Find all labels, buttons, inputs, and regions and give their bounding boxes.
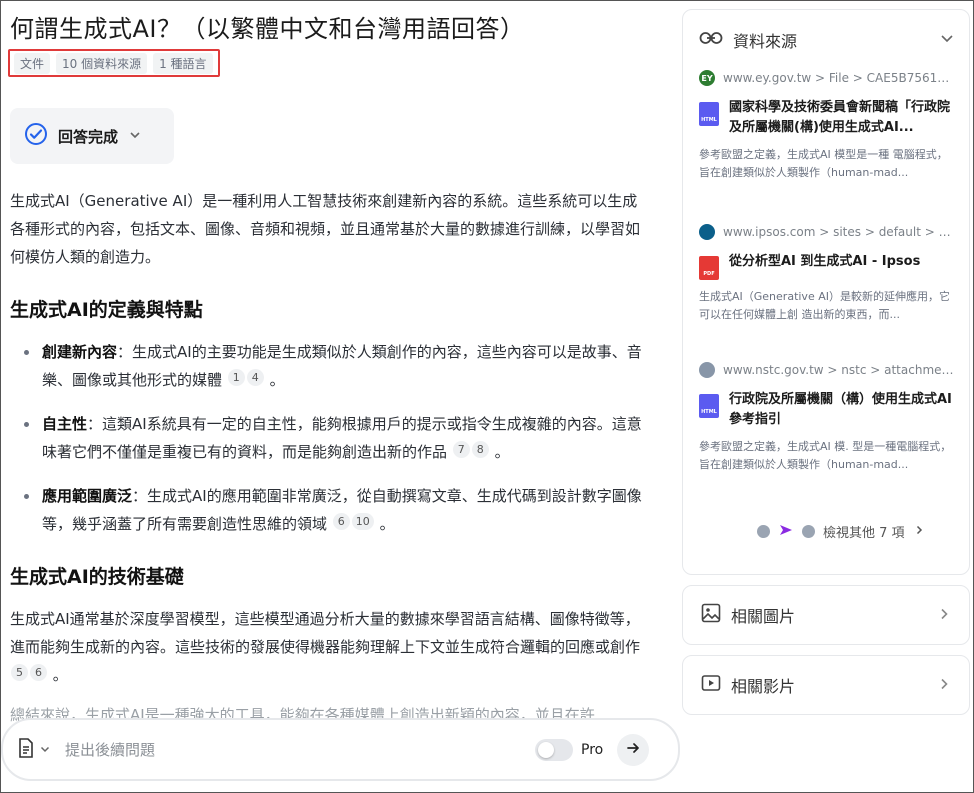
globe-favicon-icon	[699, 362, 715, 378]
source-title[interactable]: 從分析型AI 到生成式AI - Ipsos	[729, 252, 920, 280]
file-type-label: HTML	[701, 409, 717, 415]
globe-favicon-icon	[802, 525, 815, 538]
source-item[interactable]: www.nstc.gov.tw > nstc > attachment... H…	[699, 362, 955, 474]
answer-area: 何謂生成式AI？（以繁體中文和台灣用語回答） 文件 10 個資料來源 1 種語言…	[1, 1, 661, 793]
video-icon	[701, 673, 721, 697]
list-item: 自主性：這類AI系統具有一定的自主性，能夠根據用戶的提示或指令生成複雜的內容。這…	[10, 410, 650, 466]
feature-list: 創建新內容：生成式AI的主要功能是生成類似於人類創作的內容，這些內容可以是故事、…	[10, 338, 650, 554]
source-item[interactable]: EY www.ey.gov.tw > File > CAE5B756153...…	[699, 70, 955, 182]
list-item-end: 。	[379, 515, 395, 533]
related-images-card[interactable]: 相關圖片	[682, 585, 970, 645]
source-title-row: PDF 從分析型AI 到生成式AI - Ipsos	[699, 252, 955, 280]
pro-toggle[interactable]	[535, 738, 573, 761]
follow-up-bar: Pro	[1, 718, 680, 781]
view-more-sources[interactable]: 檢視其他 7 項	[757, 522, 925, 541]
citation-badge[interactable]: 1	[227, 369, 245, 386]
technology-paragraph: 生成式AI通常基於深度學習模型，這些模型通過分析大量的數據來學習語言結構、圖像特…	[10, 605, 650, 689]
chevron-down-icon[interactable]	[939, 30, 955, 50]
section-heading-technology: 生成式AI的技術基礎	[10, 566, 184, 588]
source-url-text: www.ey.gov.tw > File > CAE5B756153...	[723, 71, 955, 85]
ey-favicon-icon: EY	[699, 70, 715, 86]
source-title-row: HTML 國家科學及技術委員會新聞稿「行政院及所屬機關(構)使用生成式AI...	[699, 98, 955, 138]
list-item-title: 自主性	[42, 415, 88, 433]
tag-language[interactable]: 1 種語言	[153, 52, 213, 74]
check-circle-icon	[24, 122, 48, 150]
related-videos-label: 相關影片	[731, 677, 796, 696]
chevron-right-icon	[937, 676, 951, 695]
list-item-text: ：生成式AI的主要功能是生成類似於人類創作的內容，這些內容可以是故事、音樂、圖像…	[42, 343, 642, 389]
citation-badge[interactable]: 6	[30, 664, 47, 681]
citation-badge[interactable]: 8	[471, 441, 489, 458]
list-item: 創建新內容：生成式AI的主要功能是生成類似於人類創作的內容，這些內容可以是故事、…	[10, 338, 650, 394]
section-heading-definition: 生成式AI的定義與特點	[10, 299, 203, 321]
technology-text: 生成式AI通常基於深度學習模型，這些模型通過分析大量的數據來學習語言結構、圖像特…	[10, 610, 641, 656]
chevron-down-icon	[128, 127, 142, 146]
meta-tags: 文件 10 個資料來源 1 種語言	[8, 49, 220, 77]
list-item-end: 。	[494, 443, 510, 461]
chevron-down-icon	[39, 740, 51, 759]
pro-label: Pro	[581, 741, 604, 758]
list-item: 應用範圍廣泛：生成式AI的應用範圍非常廣泛，從自動撰寫文章、生成代碼到設計數字圖…	[10, 482, 650, 538]
file-type-label: HTML	[701, 117, 717, 123]
image-icon	[701, 603, 721, 627]
sources-heading: 資料來源	[733, 32, 798, 51]
source-snippet: 生成式AI（Generative AI）是較新的延伸應用，它可以在任何媒體上創 …	[699, 290, 950, 321]
list-item-end: 。	[269, 371, 285, 389]
citation-badge[interactable]: 6	[332, 513, 350, 530]
html-file-icon: HTML	[699, 394, 719, 418]
list-item-title: 應用範圍廣泛	[42, 487, 133, 505]
source-title[interactable]: 國家科學及技術委員會新聞稿「行政院及所屬機關(構)使用生成式AI...	[729, 98, 955, 138]
answer-status-toggle[interactable]: 回答完成	[10, 108, 174, 164]
citation-badge[interactable]: 5	[11, 664, 28, 681]
list-item-text: ：這類AI系統具有一定的自主性，能夠根據用戶的提示或指令生成複雜的內容。這意味著…	[42, 415, 642, 461]
chevron-right-icon	[937, 606, 951, 625]
status-label: 回答完成	[58, 127, 119, 146]
related-images-label: 相關圖片	[731, 607, 796, 626]
source-title-row: HTML 行政院及所屬機關（構）使用生成式AI 參考指引	[699, 390, 955, 430]
source-url: www.nstc.gov.tw > nstc > attachment...	[699, 362, 955, 378]
source-url: www.ipsos.com > sites > default > file..…	[699, 224, 955, 240]
tag-sources[interactable]: 10 個資料來源	[56, 52, 148, 74]
document-icon	[17, 737, 35, 762]
attach-document-button[interactable]	[17, 737, 51, 762]
sources-panel: 資料來源 EY www.ey.gov.tw > File > CAE5B7561…	[682, 9, 970, 575]
html-file-icon: HTML	[699, 102, 719, 126]
source-snippet: 參考歐盟之定義，生成式AI 模. 型是一種電腦程式，旨在創建類似於人類製作（hu…	[699, 440, 952, 471]
source-title[interactable]: 行政院及所屬機關（構）使用生成式AI 參考指引	[729, 390, 955, 430]
page-title: 何謂生成式AI？（以繁體中文和台灣用語回答）	[10, 15, 525, 43]
arrow-right-icon	[626, 740, 640, 759]
source-url-text: www.nstc.gov.tw > nstc > attachment...	[723, 363, 955, 377]
citation-badge[interactable]: 7	[452, 441, 470, 458]
related-videos-card[interactable]: 相關影片	[682, 655, 970, 715]
citation-badge[interactable]: 4	[246, 369, 264, 386]
list-item-title: 創建新內容	[42, 343, 118, 361]
tag-document[interactable]: 文件	[14, 52, 51, 74]
link-icon	[699, 30, 723, 50]
globe-favicon-icon	[757, 525, 770, 538]
source-url: EY www.ey.gov.tw > File > CAE5B756153...	[699, 70, 955, 86]
chevron-right-icon	[913, 524, 925, 540]
accenture-logo-icon	[778, 523, 794, 541]
citation-badge[interactable]: 10	[351, 513, 374, 530]
file-type-label: PDF	[703, 271, 715, 277]
technology-end: 。	[52, 666, 68, 684]
source-url-text: www.ipsos.com > sites > default > file..…	[723, 225, 955, 239]
intro-paragraph: 生成式AI（Generative AI）是一種利用人工智慧技術來創建新內容的系統…	[10, 192, 641, 266]
pdf-file-icon: PDF	[699, 256, 719, 280]
globe-favicon-icon	[699, 224, 715, 240]
send-button[interactable]	[617, 733, 650, 766]
source-item[interactable]: www.ipsos.com > sites > default > file..…	[699, 224, 955, 324]
source-snippet: 參考歐盟之定義，生成式AI 模型是一種 電腦程式，旨在創建類似於人類製作（hum…	[699, 148, 948, 179]
follow-up-input[interactable]	[65, 740, 535, 759]
sources-header[interactable]: 資料來源	[699, 26, 955, 54]
view-more-label: 檢視其他 7 項	[823, 526, 905, 541]
